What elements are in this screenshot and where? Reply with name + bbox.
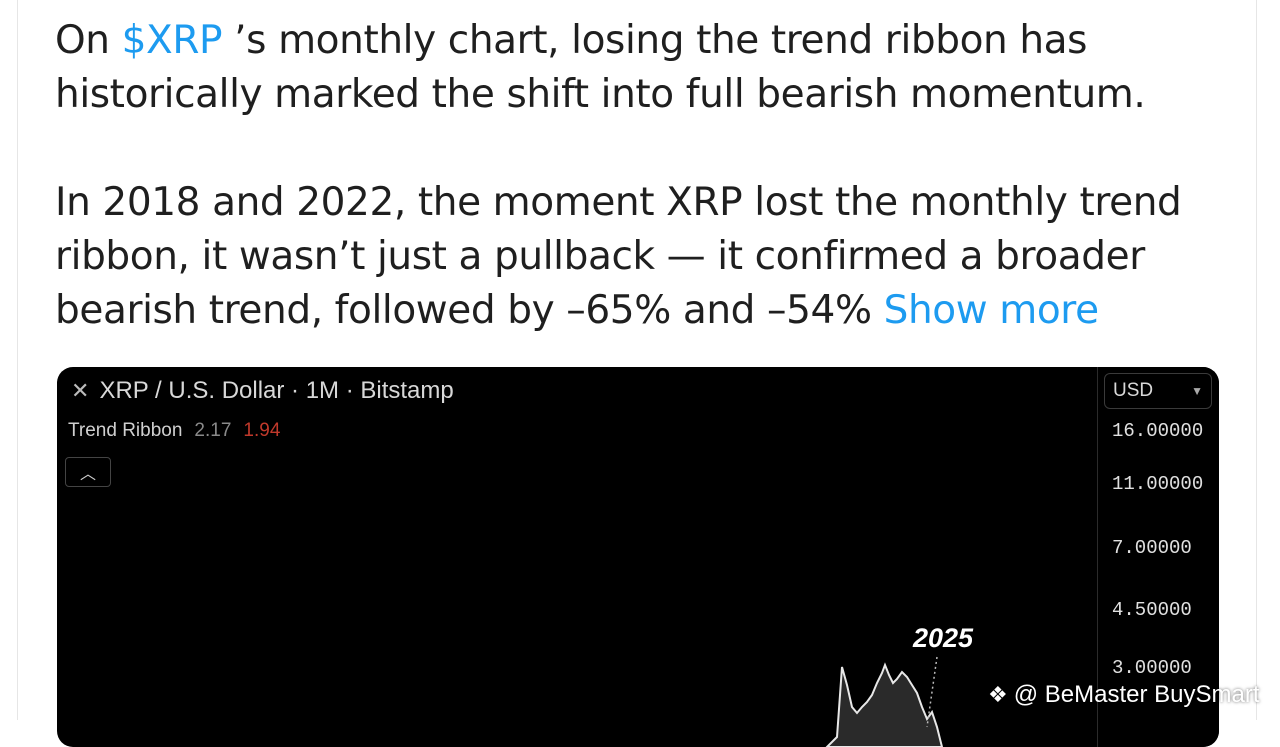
post-text-segment: On (55, 18, 122, 63)
indicator-value-1: 2.17 (194, 420, 232, 441)
watermark: ❖ @ BeMaster BuySmart (988, 681, 1260, 709)
price-area (825, 662, 944, 747)
show-more-link[interactable]: Show more (884, 288, 1099, 333)
post-body: On $XRP ’s monthly chart, losing the tre… (55, 14, 1245, 338)
collapse-legend-button[interactable]: ︿ (65, 457, 111, 487)
post-paragraph-2: In 2018 and 2022, the moment XRP lost th… (55, 176, 1245, 338)
currency-select[interactable]: USD ▼ (1104, 373, 1212, 409)
chevron-down-icon: ▼ (1191, 384, 1203, 398)
price-tick: 7.00000 (1112, 537, 1192, 559)
price-tick: 16.00000 (1112, 420, 1204, 442)
post-paragraph-1: On $XRP ’s monthly chart, losing the tre… (55, 14, 1245, 122)
close-icon[interactable]: ✕ (71, 378, 89, 404)
price-tick: 11.00000 (1112, 473, 1204, 495)
currency-value: USD (1113, 380, 1154, 401)
chart-title: XRP / U.S. Dollar · 1M · Bitstamp (99, 377, 454, 404)
price-tick: 3.00000 (1112, 657, 1192, 679)
chart-header: ✕ XRP / U.S. Dollar · 1M · Bitstamp (71, 377, 454, 405)
watermark-text: @ BeMaster BuySmart (1013, 681, 1260, 708)
indicator-value-2: 1.94 (243, 420, 281, 441)
chevron-up-icon: ︿ (79, 464, 96, 483)
price-tick: 4.50000 (1112, 599, 1192, 621)
binance-logo-icon: ❖ (988, 682, 1008, 707)
indicator-legend: Trend Ribbon 2.17 1.94 (68, 420, 280, 442)
indicator-name: Trend Ribbon (68, 420, 183, 441)
cashtag-link[interactable]: $XRP (122, 18, 223, 63)
chart-annotation-year: 2025 (913, 623, 974, 653)
